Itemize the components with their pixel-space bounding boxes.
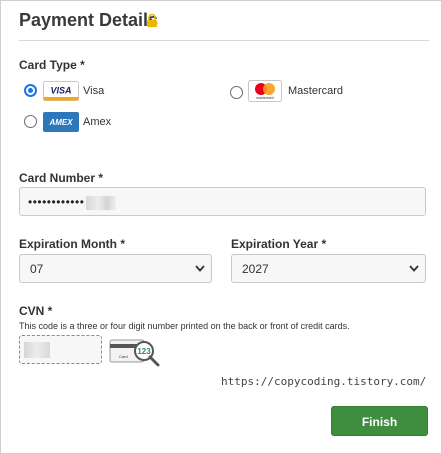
expiration-month-label: Expiration Month * — [19, 237, 125, 251]
card-number-label: Card Number * — [19, 171, 104, 185]
expiration-year-label: Expiration Year * — [231, 237, 327, 251]
expiration-year-value: 2027 — [242, 262, 269, 276]
card-number-value: •••••••••••• — [28, 195, 85, 209]
title-divider — [19, 40, 429, 41]
cvn-card-text: Card — [119, 354, 128, 359]
cvn-input[interactable] — [19, 335, 102, 364]
chevron-down-icon — [409, 265, 419, 272]
visa-label: Visa — [83, 85, 105, 97]
cvn-redaction — [24, 342, 50, 358]
cvn-number: 123 — [137, 347, 151, 356]
expiration-month-value: 07 — [30, 262, 44, 276]
card-type-label: Card Type * — [19, 58, 85, 72]
cvn-help-text: This code is a three or four digit numbe… — [19, 321, 350, 331]
finish-button[interactable]: Finish — [331, 406, 428, 436]
chevron-down-icon — [195, 265, 205, 272]
card-number-redaction — [86, 195, 117, 210]
amex-logo-icon: AMEX — [43, 112, 79, 132]
mastercard-logo-icon: mastercard — [248, 80, 282, 102]
lock-icon — [147, 13, 157, 27]
expiration-year-select[interactable]: 2027 — [231, 254, 426, 283]
cvn-magnifier-icon: Card 123 — [109, 339, 160, 367]
payment-form: Payment Details Card Type * VISA Visa ma… — [0, 0, 442, 454]
watermark-url: https://copycoding.tistory.com/ — [221, 375, 427, 388]
svg-text:VISA: VISA — [50, 86, 71, 96]
visa-logo-icon: VISA — [43, 81, 79, 101]
svg-text:AMEX: AMEX — [48, 118, 73, 127]
card-number-input[interactable]: •••••••••••• — [19, 187, 426, 216]
amex-radio[interactable] — [24, 115, 37, 128]
mastercard-label: Mastercard — [288, 85, 344, 97]
cvn-label: CVN * — [19, 304, 53, 318]
amex-label: Amex — [83, 116, 112, 128]
mastercard-radio[interactable] — [230, 86, 243, 99]
visa-radio[interactable] — [24, 84, 37, 97]
expiration-month-select[interactable]: 07 — [19, 254, 212, 283]
svg-text:mastercard: mastercard — [256, 96, 274, 100]
page-title: Payment Details — [19, 10, 159, 30]
